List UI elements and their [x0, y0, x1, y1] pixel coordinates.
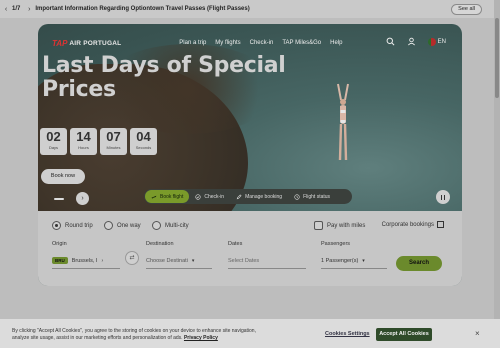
close-icon[interactable]: × [475, 329, 480, 338]
tab-manage-booking[interactable]: Manage booking [230, 190, 288, 203]
chevron-down-icon: ▾ [191, 257, 195, 264]
cookie-text: By clicking "Accept All Cookies", you ag… [12, 328, 256, 341]
dates-label: Dates [228, 241, 243, 247]
trip-one-way[interactable]: One way [104, 221, 141, 230]
top-navigation: TAP AIR PORTUGAL Plan a trip My flights … [46, 32, 454, 54]
destination-label: Destination [146, 241, 174, 247]
carousel-controls: › [54, 192, 89, 205]
plane-icon [151, 195, 157, 199]
trip-multi-city[interactable]: Multi-city [152, 221, 189, 230]
pay-with-miles[interactable]: Pay with miles [314, 221, 365, 230]
tab-flight-status[interactable]: Flight status [288, 190, 336, 203]
countdown-timer: 02 Days 14 Hours 07 Minutes 04 Seconds [40, 128, 157, 155]
search-icon[interactable] [386, 37, 395, 46]
book-now-button[interactable]: Book now [41, 169, 85, 184]
countdown-hours: 14 Hours [70, 128, 97, 155]
cookies-settings-link[interactable]: Cookies Settings [325, 331, 370, 337]
origin-label: Origin [52, 241, 67, 247]
menu-item-plan-trip[interactable]: Plan a trip [179, 40, 206, 46]
notice-counter: 1/7 [12, 6, 21, 12]
user-icon[interactable] [407, 37, 416, 46]
flight-search-panel: Round trip One way Multi-city Pay with m… [38, 211, 462, 286]
carousel-next-icon[interactable]: › [76, 192, 89, 205]
pause-icon[interactable] [436, 190, 450, 204]
corporate-bookings-link[interactable]: Corporate bookings [382, 221, 444, 228]
chevron-right-icon[interactable]: › [23, 6, 35, 13]
edit-icon [236, 193, 242, 199]
passengers-field[interactable]: 1 Passenger(s) ▾ [321, 253, 387, 269]
pay-with-miles-checkbox[interactable] [314, 221, 323, 230]
passengers-label: Passengers [321, 241, 351, 247]
scrollbar[interactable] [494, 0, 500, 319]
tap-logo[interactable]: TAP AIR PORTUGAL [52, 39, 121, 48]
hero-headline: Last Days of Special Prices [42, 53, 286, 102]
origin-field[interactable]: BRU Brussels, I › [52, 253, 120, 269]
countdown-minutes: 07 Minutes [100, 128, 127, 155]
hero-swimmer-image [337, 83, 349, 161]
cookie-banner: By clicking "Accept All Cookies", you ag… [0, 319, 500, 348]
radio-multi-city[interactable] [152, 221, 161, 230]
menu-item-check-in[interactable]: Check-in [250, 40, 274, 46]
origin-code-badge: BRU [52, 257, 68, 264]
check-circle-icon [195, 193, 201, 200]
accept-all-cookies-button[interactable]: Accept All Cookies [376, 328, 432, 341]
notice-message[interactable]: Important Information Regarding Optionto… [35, 6, 249, 12]
nav-icons: EN [386, 37, 446, 46]
see-all-button[interactable]: See all [451, 4, 482, 15]
radio-round-trip[interactable] [52, 221, 61, 230]
chevron-down-icon: › [101, 257, 104, 264]
trip-round-trip[interactable]: Round trip [52, 221, 93, 230]
language-selector[interactable]: EN [427, 37, 446, 46]
booking-tabs: Book flight Check-in Manage booking Flig… [144, 189, 352, 204]
destination-field[interactable]: Choose Destinati ▾ [146, 253, 212, 269]
dates-field[interactable]: Select Dates [228, 253, 306, 269]
search-button[interactable]: Search [396, 256, 442, 271]
countdown-days: 02 Days [40, 128, 67, 155]
menu-item-help[interactable]: Help [330, 40, 342, 46]
radio-one-way[interactable] [104, 221, 113, 230]
clock-icon [294, 193, 300, 200]
main-menu: Plan a trip My flights Check-in TAP Mile… [179, 40, 342, 46]
countdown-seconds: 04 Seconds [130, 128, 157, 155]
menu-item-my-flights[interactable]: My flights [215, 40, 240, 46]
chevron-down-icon: ▾ [362, 257, 365, 264]
notice-bar: ‹ 1/7 › Important Information Regarding … [0, 0, 500, 18]
flag-icon [427, 37, 436, 46]
carousel-indicator[interactable] [54, 197, 64, 200]
privacy-policy-link[interactable]: Privacy Policy [184, 335, 218, 341]
menu-item-miles-go[interactable]: TAP Miles&Go [282, 40, 321, 46]
chevron-left-icon[interactable]: ‹ [0, 6, 12, 13]
scrollbar-thumb[interactable] [495, 18, 499, 98]
tab-check-in[interactable]: Check-in [189, 190, 230, 203]
external-link-icon [437, 221, 444, 228]
tab-book-flight[interactable]: Book flight [145, 190, 190, 203]
swap-icon[interactable]: ⇄ [125, 251, 139, 265]
